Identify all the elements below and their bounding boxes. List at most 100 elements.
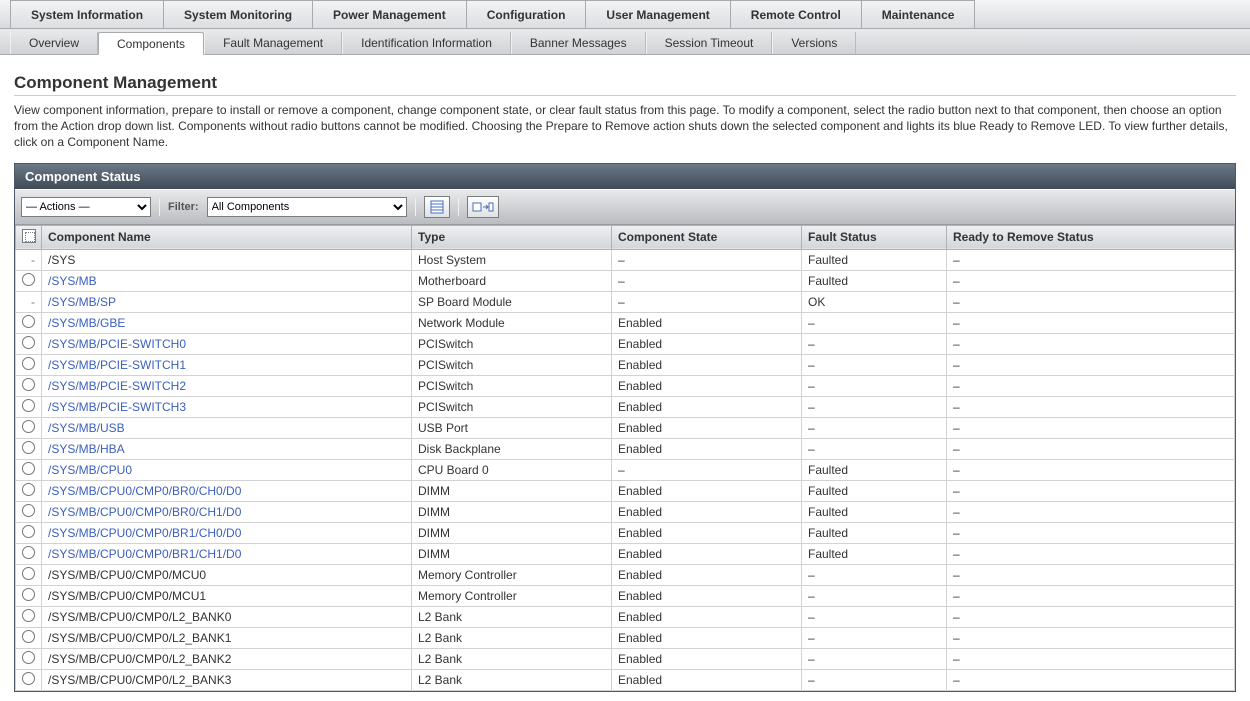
- row-select-radio[interactable]: [22, 462, 35, 475]
- state-cell: Enabled: [612, 354, 802, 375]
- sub-tab-versions[interactable]: Versions: [772, 32, 856, 54]
- component-link[interactable]: /SYS/MB/GBE: [48, 316, 125, 330]
- top-tab-system-information[interactable]: System Information: [10, 0, 164, 28]
- row-select-radio[interactable]: [22, 567, 35, 580]
- component-link[interactable]: /SYS/MB/PCIE-SWITCH1: [48, 358, 186, 372]
- component-link[interactable]: /SYS/MB/HBA: [48, 442, 125, 456]
- filter-dropdown[interactable]: All Components: [207, 197, 407, 217]
- row-select-radio[interactable]: [22, 672, 35, 685]
- column-header[interactable]: Fault Status: [802, 225, 947, 249]
- component-link[interactable]: /SYS/MB/CPU0/CMP0/BR1/CH0/D0: [48, 526, 241, 540]
- top-tab-user-management[interactable]: User Management: [585, 0, 730, 28]
- rtr-cell: –: [947, 648, 1235, 669]
- top-tab-system-monitoring[interactable]: System Monitoring: [163, 0, 313, 28]
- column-header[interactable]: Component State: [612, 225, 802, 249]
- state-cell: Enabled: [612, 648, 802, 669]
- filter-label: Filter:: [168, 201, 199, 213]
- row-select-radio[interactable]: [22, 525, 35, 538]
- row-select-radio[interactable]: [22, 357, 35, 370]
- fault-cell: –: [802, 354, 947, 375]
- rtr-cell: –: [947, 606, 1235, 627]
- component-link[interactable]: /SYS/MB/PCIE-SWITCH3: [48, 400, 186, 414]
- select-column-header[interactable]: [16, 225, 42, 249]
- row-select-radio[interactable]: [22, 504, 35, 517]
- detach-button[interactable]: [467, 196, 499, 218]
- fault-cell: –: [802, 438, 947, 459]
- type-cell: Motherboard: [412, 270, 612, 291]
- component-link[interactable]: /SYS/MB/CPU0/CMP0/BR0/CH0/D0: [48, 484, 241, 498]
- component-link[interactable]: /SYS/MB/PCIE-SWITCH0: [48, 337, 186, 351]
- row-select-radio[interactable]: [22, 315, 35, 328]
- fault-cell: –: [802, 396, 947, 417]
- component-link[interactable]: /SYS/MB: [48, 274, 97, 288]
- rtr-cell: –: [947, 627, 1235, 648]
- component-link[interactable]: /SYS/MB/USB: [48, 421, 125, 435]
- row-select-radio[interactable]: [22, 441, 35, 454]
- type-cell: PCISwitch: [412, 333, 612, 354]
- sub-tab-banner-messages[interactable]: Banner Messages: [511, 32, 646, 54]
- component-name-cell: /SYS/MB/PCIE-SWITCH2: [42, 375, 412, 396]
- sub-tab-identification-information[interactable]: Identification Information: [342, 32, 511, 54]
- column-header[interactable]: Ready to Remove Status: [947, 225, 1235, 249]
- fault-cell: Faulted: [802, 480, 947, 501]
- row-select-radio[interactable]: [22, 546, 35, 559]
- rtr-cell: –: [947, 501, 1235, 522]
- state-cell: Enabled: [612, 333, 802, 354]
- row-select-radio[interactable]: [22, 273, 35, 286]
- fault-cell: –: [802, 333, 947, 354]
- row-select-radio[interactable]: [22, 588, 35, 601]
- page-title: Component Management: [14, 73, 1236, 96]
- actions-dropdown[interactable]: — Actions —: [21, 197, 151, 217]
- top-tab-remote-control[interactable]: Remote Control: [730, 0, 862, 28]
- component-link[interactable]: /SYS/MB/CPU0/CMP0/BR0/CH1/D0: [48, 505, 241, 519]
- rtr-cell: –: [947, 585, 1235, 606]
- component-name-cell: /SYS/MB: [42, 270, 412, 291]
- top-tab-configuration[interactable]: Configuration: [466, 0, 587, 28]
- component-link[interactable]: /SYS/MB/PCIE-SWITCH2: [48, 379, 186, 393]
- fault-cell: Faulted: [802, 522, 947, 543]
- top-tab-maintenance[interactable]: Maintenance: [861, 0, 976, 28]
- type-cell: CPU Board 0: [412, 459, 612, 480]
- row-select-radio[interactable]: [22, 378, 35, 391]
- state-cell: –: [612, 270, 802, 291]
- component-link[interactable]: /SYS/MB/SP: [48, 295, 116, 309]
- row-select-radio[interactable]: [22, 483, 35, 496]
- component-name-cell: /SYS/MB/PCIE-SWITCH3: [42, 396, 412, 417]
- type-cell: L2 Bank: [412, 627, 612, 648]
- fault-cell: –: [802, 585, 947, 606]
- top-tab-power-management[interactable]: Power Management: [312, 0, 467, 28]
- row-select-radio[interactable]: [22, 336, 35, 349]
- view-columns-button[interactable]: [424, 196, 450, 218]
- table-row: /SYS/MB/CPU0/CMP0/L2_BANK1L2 BankEnabled…: [16, 627, 1235, 648]
- sub-tab-components[interactable]: Components: [98, 32, 204, 55]
- state-cell: Enabled: [612, 501, 802, 522]
- sub-tab-overview[interactable]: Overview: [10, 32, 98, 54]
- page-description: View component information, prepare to i…: [14, 102, 1236, 151]
- component-link[interactable]: /SYS/MB/CPU0: [48, 463, 132, 477]
- state-cell: Enabled: [612, 417, 802, 438]
- row-select-radio[interactable]: [22, 420, 35, 433]
- component-status-panel: Component Status — Actions — Filter: All…: [14, 163, 1236, 692]
- column-header[interactable]: Type: [412, 225, 612, 249]
- fault-cell: Faulted: [802, 249, 947, 270]
- type-cell: L2 Bank: [412, 669, 612, 690]
- row-select-radio[interactable]: [22, 609, 35, 622]
- select-all-icon: [22, 229, 36, 243]
- row-select-radio[interactable]: [22, 630, 35, 643]
- row-select-radio[interactable]: [22, 651, 35, 664]
- rtr-cell: –: [947, 312, 1235, 333]
- type-cell: DIMM: [412, 480, 612, 501]
- table-row: /SYS/MB/GBENetwork ModuleEnabled––: [16, 312, 1235, 333]
- column-header[interactable]: Component Name: [42, 225, 412, 249]
- component-name-cell: /SYS/MB/CPU0/CMP0/L2_BANK0: [42, 606, 412, 627]
- sub-tab-session-timeout[interactable]: Session Timeout: [646, 32, 773, 54]
- toolbar-separator: [415, 198, 416, 216]
- row-select-radio[interactable]: [22, 399, 35, 412]
- sub-tab-fault-management[interactable]: Fault Management: [204, 32, 342, 54]
- state-cell: –: [612, 459, 802, 480]
- state-cell: Enabled: [612, 396, 802, 417]
- table-row: /SYS/MB/CPU0/CMP0/L2_BANK3L2 BankEnabled…: [16, 669, 1235, 690]
- component-link[interactable]: /SYS/MB/CPU0/CMP0/BR1/CH1/D0: [48, 547, 241, 561]
- table-row: -/SYSHost System–Faulted–: [16, 249, 1235, 270]
- state-cell: –: [612, 249, 802, 270]
